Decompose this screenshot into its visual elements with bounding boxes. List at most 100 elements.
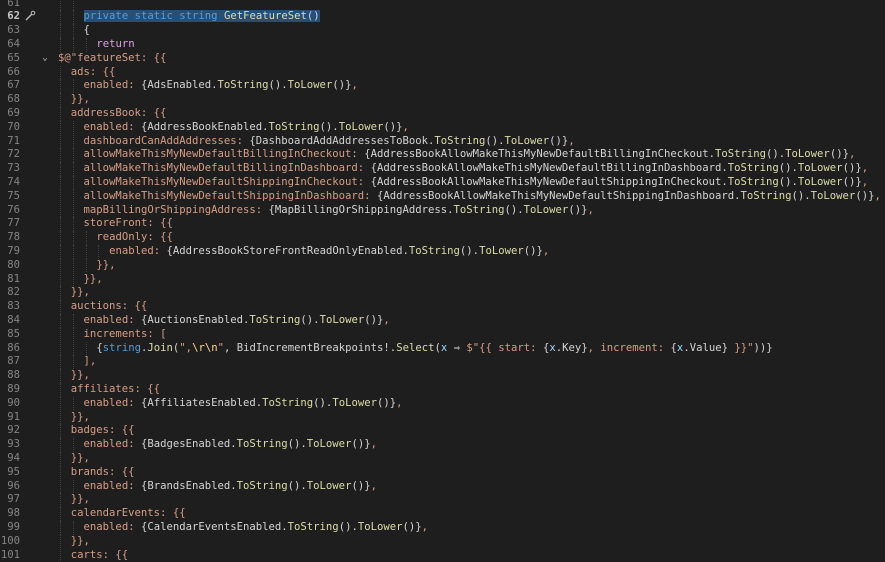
token: allowMakeThisMyNewDefaultBillingInChecko…	[84, 148, 365, 160]
indent-guide	[60, 93, 61, 107]
indent-guide	[60, 148, 61, 162]
code-line[interactable]: 95brands: {{	[0, 466, 885, 480]
token: mapBillingOrShippingAddress:	[84, 204, 269, 216]
code-text: enabled: {BrandsEnabled.ToString().ToLow…	[84, 480, 377, 494]
code-line[interactable]: 67enabled: {AdsEnabled.ToString().ToLowe…	[0, 79, 885, 93]
code-line[interactable]: 85increments: [	[0, 328, 885, 342]
code-line[interactable]: 81}},	[0, 273, 885, 287]
indent-guide	[60, 66, 61, 80]
code-line[interactable]: 89affiliates: {{	[0, 383, 885, 397]
code-line[interactable]: 98calendarEvents: {{	[0, 507, 885, 521]
token: ToLower	[307, 480, 352, 492]
code-text: enabled: {AddressBookStoreFrontReadOnlyE…	[109, 245, 549, 259]
code-line[interactable]: 96enabled: {BrandsEnabled.ToString().ToL…	[0, 480, 885, 494]
indent-guide	[60, 107, 61, 121]
token: ⇒	[447, 342, 466, 354]
code-line[interactable]: 74allowMakeThisMyNewDefaultShippingInChe…	[0, 176, 885, 190]
code-text: }},	[71, 535, 90, 549]
token: ,	[396, 397, 402, 409]
line-number: 85	[0, 328, 20, 342]
indent-guide	[73, 38, 74, 52]
token: auctions: {{	[71, 300, 148, 312]
token: ().	[779, 176, 798, 188]
token: ()}	[402, 521, 421, 533]
line-number: 92	[0, 424, 20, 438]
token: ()}	[351, 480, 370, 492]
code-line[interactable]: 84enabled: {AuctionsEnabled.ToString().T…	[0, 314, 885, 328]
line-number: 87	[0, 355, 20, 369]
indent-guide	[73, 521, 74, 535]
code-text: }},	[71, 493, 90, 507]
line-number: 93	[0, 438, 20, 452]
code-line[interactable]: 76 mapBillingOrShippingAddress: {MapBilli…	[0, 204, 885, 218]
code-line[interactable]: 79enabled: {AddressBookStoreFrontReadOnl…	[0, 245, 885, 259]
indent-guide	[60, 424, 61, 438]
code-line[interactable]: 69addressBook: {{	[0, 107, 885, 121]
token: string	[103, 342, 141, 354]
code-line[interactable]: 90enabled: {AffiliatesEnabled.ToString()…	[0, 397, 885, 411]
code-line[interactable]: 62private static string GetFeatureSet()	[0, 10, 885, 24]
line-number: 68	[0, 93, 20, 107]
code-line[interactable]: 99enabled: {CalendarEventsEnabled.ToStri…	[0, 521, 885, 535]
code-line[interactable]: 73allowMakeThisMyNewDefaultBillingInDash…	[0, 162, 885, 176]
quick-action-brush-icon[interactable]	[24, 10, 36, 24]
code-line[interactable]: 91}},	[0, 411, 885, 425]
token: {DashboardAddAddressesToBook.	[249, 135, 434, 147]
fold-chevron-icon[interactable]: ⌄	[40, 52, 50, 66]
code-line[interactable]: 86{string.Join(",\r\n", BidIncrementBrea…	[0, 342, 885, 356]
code-line[interactable]: 83auctions: {{	[0, 300, 885, 314]
token: ToString	[728, 162, 779, 174]
code-line[interactable]: 101carts: {{	[0, 549, 885, 562]
line-number: 76	[0, 204, 20, 218]
code-editor[interactable]: 6162private static string GetFeatureSet(…	[0, 0, 885, 558]
token: ,	[402, 121, 408, 133]
code-line[interactable]: 70enabled: {AddressBookEnabled.ToString(…	[0, 121, 885, 135]
code-line[interactable]: 87],	[0, 355, 885, 369]
indent-guide	[60, 411, 61, 425]
token: ToLower	[811, 190, 856, 202]
code-line[interactable]: 71dashboardCanAddAddresses: {DashboardAd…	[0, 135, 885, 149]
indent-guide	[60, 383, 61, 397]
code-text: {string.Join(",\r\n", BidIncrementBreakp…	[96, 342, 772, 356]
code-line[interactable]: 97}},	[0, 493, 885, 507]
code-line[interactable]: 64return	[0, 38, 885, 52]
code-line[interactable]: 77storeFront: {{	[0, 217, 885, 231]
code-line[interactable]: 68}},	[0, 93, 885, 107]
code-text: $@"featureSet: {{	[58, 52, 166, 66]
code-line[interactable]: 82}},	[0, 286, 885, 300]
token: ,	[587, 204, 593, 216]
token: ToLower	[332, 397, 377, 409]
token: ,	[568, 135, 574, 147]
code-text: enabled: {BadgesEnabled.ToString().ToLow…	[84, 438, 377, 452]
code-line[interactable]: 94}},	[0, 452, 885, 466]
code-text: allowMakeThisMyNewDefaultShippingInDashb…	[84, 190, 881, 204]
token: readOnly: {{	[96, 231, 173, 243]
code-line[interactable]: 72allowMakeThisMyNewDefaultBillingInChec…	[0, 148, 885, 162]
code-text: readOnly: {{	[96, 231, 173, 245]
code-line[interactable]: 92badges: {{	[0, 424, 885, 438]
code-line[interactable]: 100}},	[0, 535, 885, 549]
code-line[interactable]: 80}},	[0, 259, 885, 273]
token: {BadgesEnabled.	[141, 438, 237, 450]
token: {AddressBookAllowMakeThisMyNewDefaultBil…	[364, 148, 715, 160]
token: ().	[485, 135, 504, 147]
code-line[interactable]: 63{	[0, 24, 885, 38]
code-line[interactable]: 65⌄$@"featureSet: {{	[0, 52, 885, 66]
indent-guide	[60, 521, 61, 535]
token: $@"featureSet: {{	[58, 52, 166, 64]
code-line[interactable]: 66ads: {{	[0, 66, 885, 80]
code-line[interactable]: 78readOnly: {{	[0, 231, 885, 245]
code-text: dashboardCanAddAddresses: {DashboardAddA…	[84, 135, 575, 149]
code-line[interactable]: 61	[0, 0, 885, 10]
token: ToString	[269, 121, 320, 133]
code-line[interactable]: 75allowMakeThisMyNewDefaultShippingInDas…	[0, 190, 885, 204]
token: ads: {{	[71, 66, 116, 78]
code-line[interactable]: 93 enabled: {BadgesEnabled.ToString().ToL…	[0, 438, 885, 452]
code-line[interactable]: 88}},	[0, 369, 885, 383]
indent-guide	[86, 245, 87, 259]
token: ,	[371, 480, 377, 492]
token: ,	[351, 79, 357, 91]
token: addressBook: {{	[71, 107, 167, 119]
code-text: mapBillingOrShippingAddress: {MapBilling…	[84, 204, 594, 218]
code-text: allowMakeThisMyNewDefaultBillingInDashbo…	[84, 162, 869, 176]
